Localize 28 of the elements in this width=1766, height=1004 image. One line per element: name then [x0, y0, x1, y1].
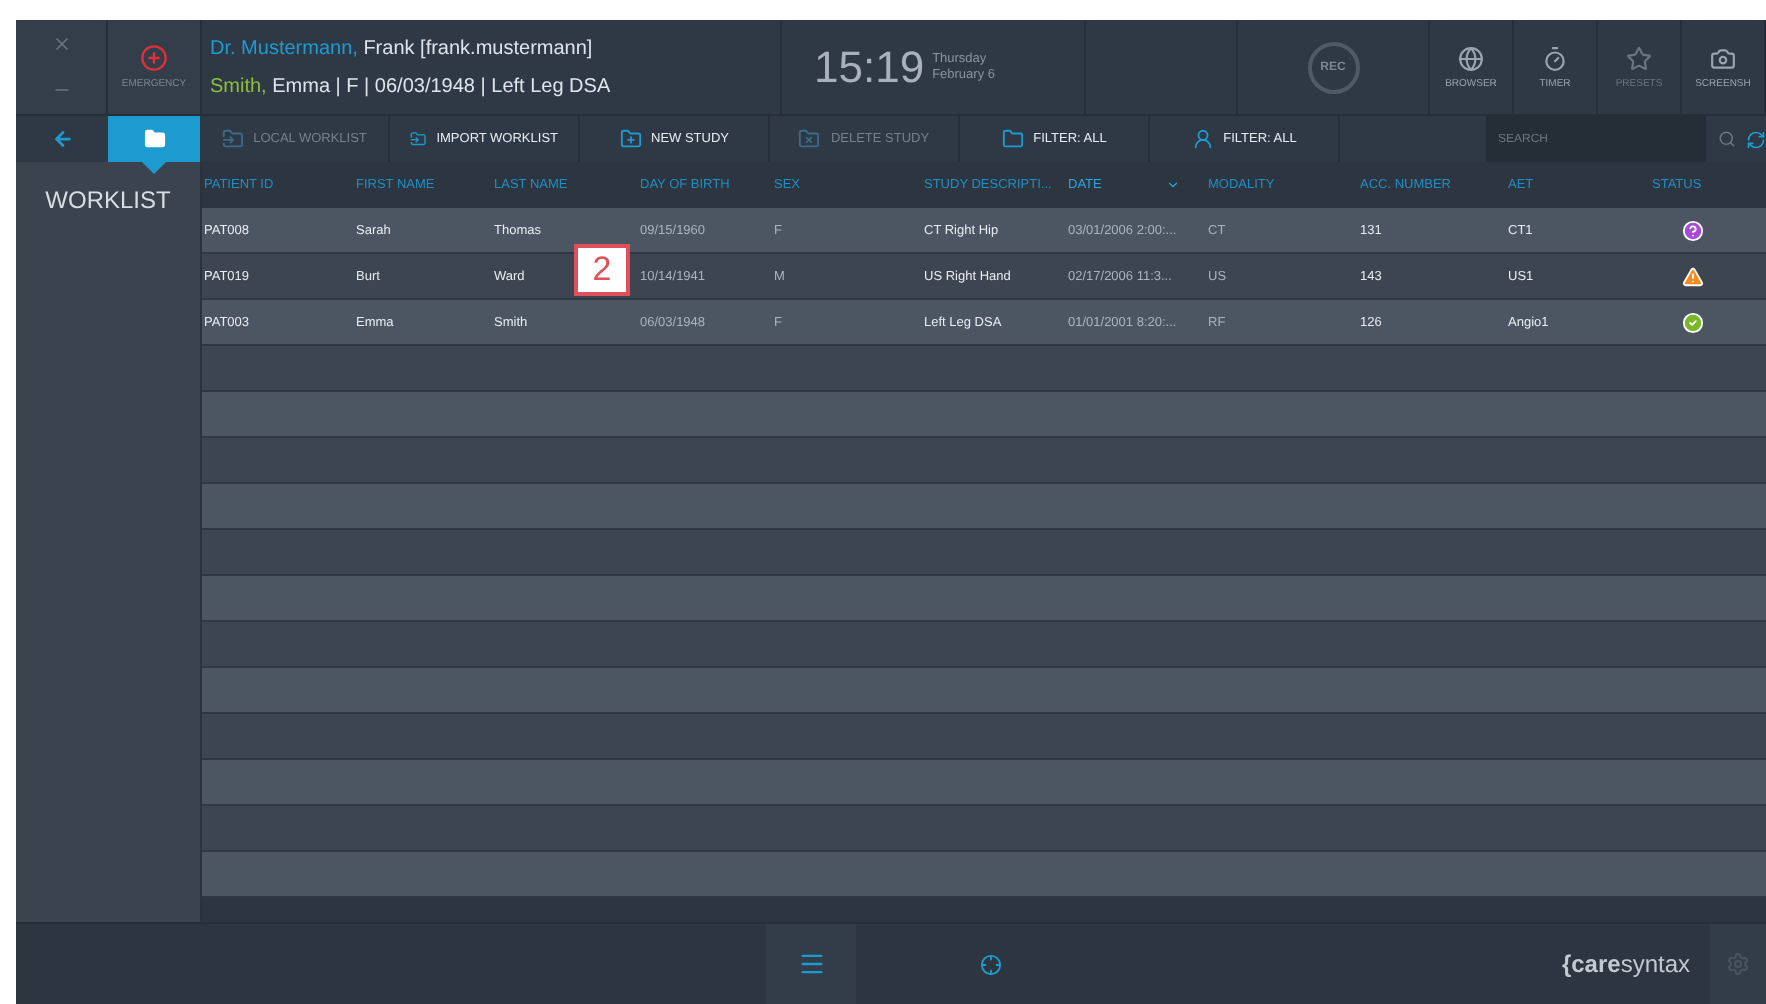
folder-icon: [798, 128, 821, 150]
person-icon: [1191, 128, 1214, 150]
menu-button[interactable]: [766, 924, 856, 1004]
patient-summary: Smith, Emma | F | 06/03/1948 | Left Leg DSA: [210, 75, 613, 97]
arrow-left-icon: [51, 128, 73, 150]
star-icon: [1626, 45, 1652, 71]
clock-time: 15:19: [814, 41, 925, 93]
crosshair-icon[interactable]: [980, 953, 1002, 975]
settings-icon: [1726, 952, 1750, 976]
search-icon[interactable]: [1717, 130, 1735, 148]
sidebar-title: WORKLIST: [45, 186, 171, 214]
folder-icon: [221, 128, 244, 150]
sort-icon: [1165, 178, 1180, 192]
plus-circle-icon: [140, 44, 168, 72]
menu-icon: [797, 950, 825, 978]
callout-number: 2: [574, 244, 630, 296]
folder-icon: [619, 128, 641, 150]
close-icon[interactable]: [51, 33, 71, 54]
camera-icon: [1710, 45, 1736, 71]
folder-icon: [410, 128, 427, 150]
user-name: Dr. Mustermann, Frank [frank.mustermann]: [210, 37, 595, 59]
logo: {caresyntax: [1559, 950, 1692, 978]
globe-icon: [1458, 45, 1484, 71]
settings-button[interactable]: [1710, 924, 1766, 1004]
stopwatch-icon: [1542, 45, 1568, 71]
folder-icon: [1001, 128, 1024, 150]
folder-icon: [143, 128, 165, 150]
refresh-icon[interactable]: [1746, 129, 1766, 149]
